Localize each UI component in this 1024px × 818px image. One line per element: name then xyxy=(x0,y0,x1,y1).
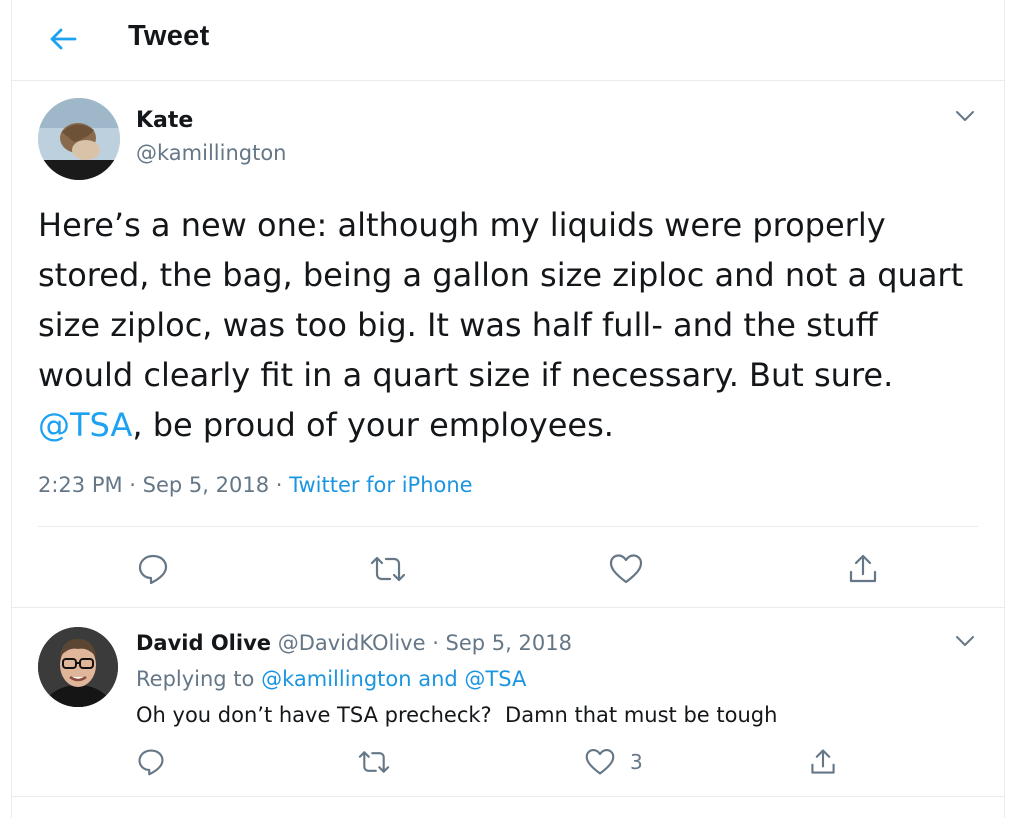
reply-button[interactable] xyxy=(136,747,166,777)
share-button[interactable] xyxy=(846,552,880,586)
reply-icon xyxy=(138,554,168,585)
tweet-actions xyxy=(12,552,1004,588)
like-icon xyxy=(609,554,643,584)
like-count: 3 xyxy=(630,750,643,774)
share-icon xyxy=(849,554,877,583)
tweet-time[interactable]: 2:23 PM xyxy=(38,473,123,497)
chevron-down-icon xyxy=(956,636,974,646)
tweet-text-part: Here’s a new one: although my liquids we… xyxy=(38,206,964,394)
tweet-date[interactable]: Sep 5, 2018 xyxy=(446,631,572,655)
like-button[interactable] xyxy=(608,552,644,586)
author-handle[interactable]: @DavidKOlive xyxy=(278,631,426,655)
back-button[interactable] xyxy=(46,22,80,56)
timeline-column: Tweet Kate @kamillington Here’s a new on… xyxy=(11,0,1005,818)
meta-separator: · xyxy=(269,473,290,497)
author-handle[interactable]: @kamillington xyxy=(136,141,287,165)
retweet-button[interactable] xyxy=(368,552,408,586)
main-tweet: Kate @kamillington Here’s a new one: alt… xyxy=(12,82,1004,608)
tweet-text: Here’s a new one: although my liquids we… xyxy=(38,200,968,450)
reply-icon xyxy=(138,749,164,776)
tweet-text-part: , be proud of your employees. xyxy=(132,406,614,444)
like-icon xyxy=(585,749,615,775)
arrow-left-icon xyxy=(50,28,77,50)
meta-separator: · xyxy=(425,631,446,655)
mention-link[interactable]: @TSA xyxy=(38,406,132,444)
mention-link[interactable]: @kamillington and @TSA xyxy=(261,667,526,691)
reply-tweet[interactable]: David Olive @DavidKOlive · Sep 5, 2018 R… xyxy=(12,609,1004,797)
replying-prefix: Replying to xyxy=(136,667,262,691)
share-button[interactable] xyxy=(808,747,838,777)
retweet-icon xyxy=(370,556,406,582)
page-header: Tweet xyxy=(12,0,1004,81)
page-title: Tweet xyxy=(128,20,210,52)
tweet-menu-button[interactable] xyxy=(950,629,980,653)
retweet-button[interactable] xyxy=(356,747,392,777)
chevron-down-icon xyxy=(956,111,974,121)
replying-to: Replying to @kamillington and @TSA xyxy=(136,667,526,691)
reply-text: Oh you don’t have TSA precheck? Damn tha… xyxy=(136,703,778,727)
reply-button[interactable] xyxy=(136,552,170,586)
tweet-meta: 2:23 PM · Sep 5, 2018 · Twitter for iPho… xyxy=(38,473,473,497)
divider xyxy=(38,526,978,527)
avatar-photo xyxy=(38,98,120,180)
tweet-date[interactable]: Sep 5, 2018 xyxy=(143,473,269,497)
like-button[interactable]: 3 xyxy=(584,747,643,777)
tweet-menu-button[interactable] xyxy=(950,104,980,128)
meta-separator: · xyxy=(122,473,143,497)
avatar-photo xyxy=(38,627,118,707)
tweet-source[interactable]: Twitter for iPhone xyxy=(289,473,473,497)
avatar[interactable] xyxy=(38,627,118,707)
share-icon xyxy=(811,749,835,774)
reply-header: David Olive @DavidKOlive · Sep 5, 2018 xyxy=(136,631,572,655)
author-name[interactable]: Kate xyxy=(136,108,193,133)
author-name[interactable]: David Olive xyxy=(136,631,271,655)
avatar[interactable] xyxy=(38,98,120,180)
retweet-icon xyxy=(358,751,390,773)
reply-actions: 3 xyxy=(12,747,1004,779)
